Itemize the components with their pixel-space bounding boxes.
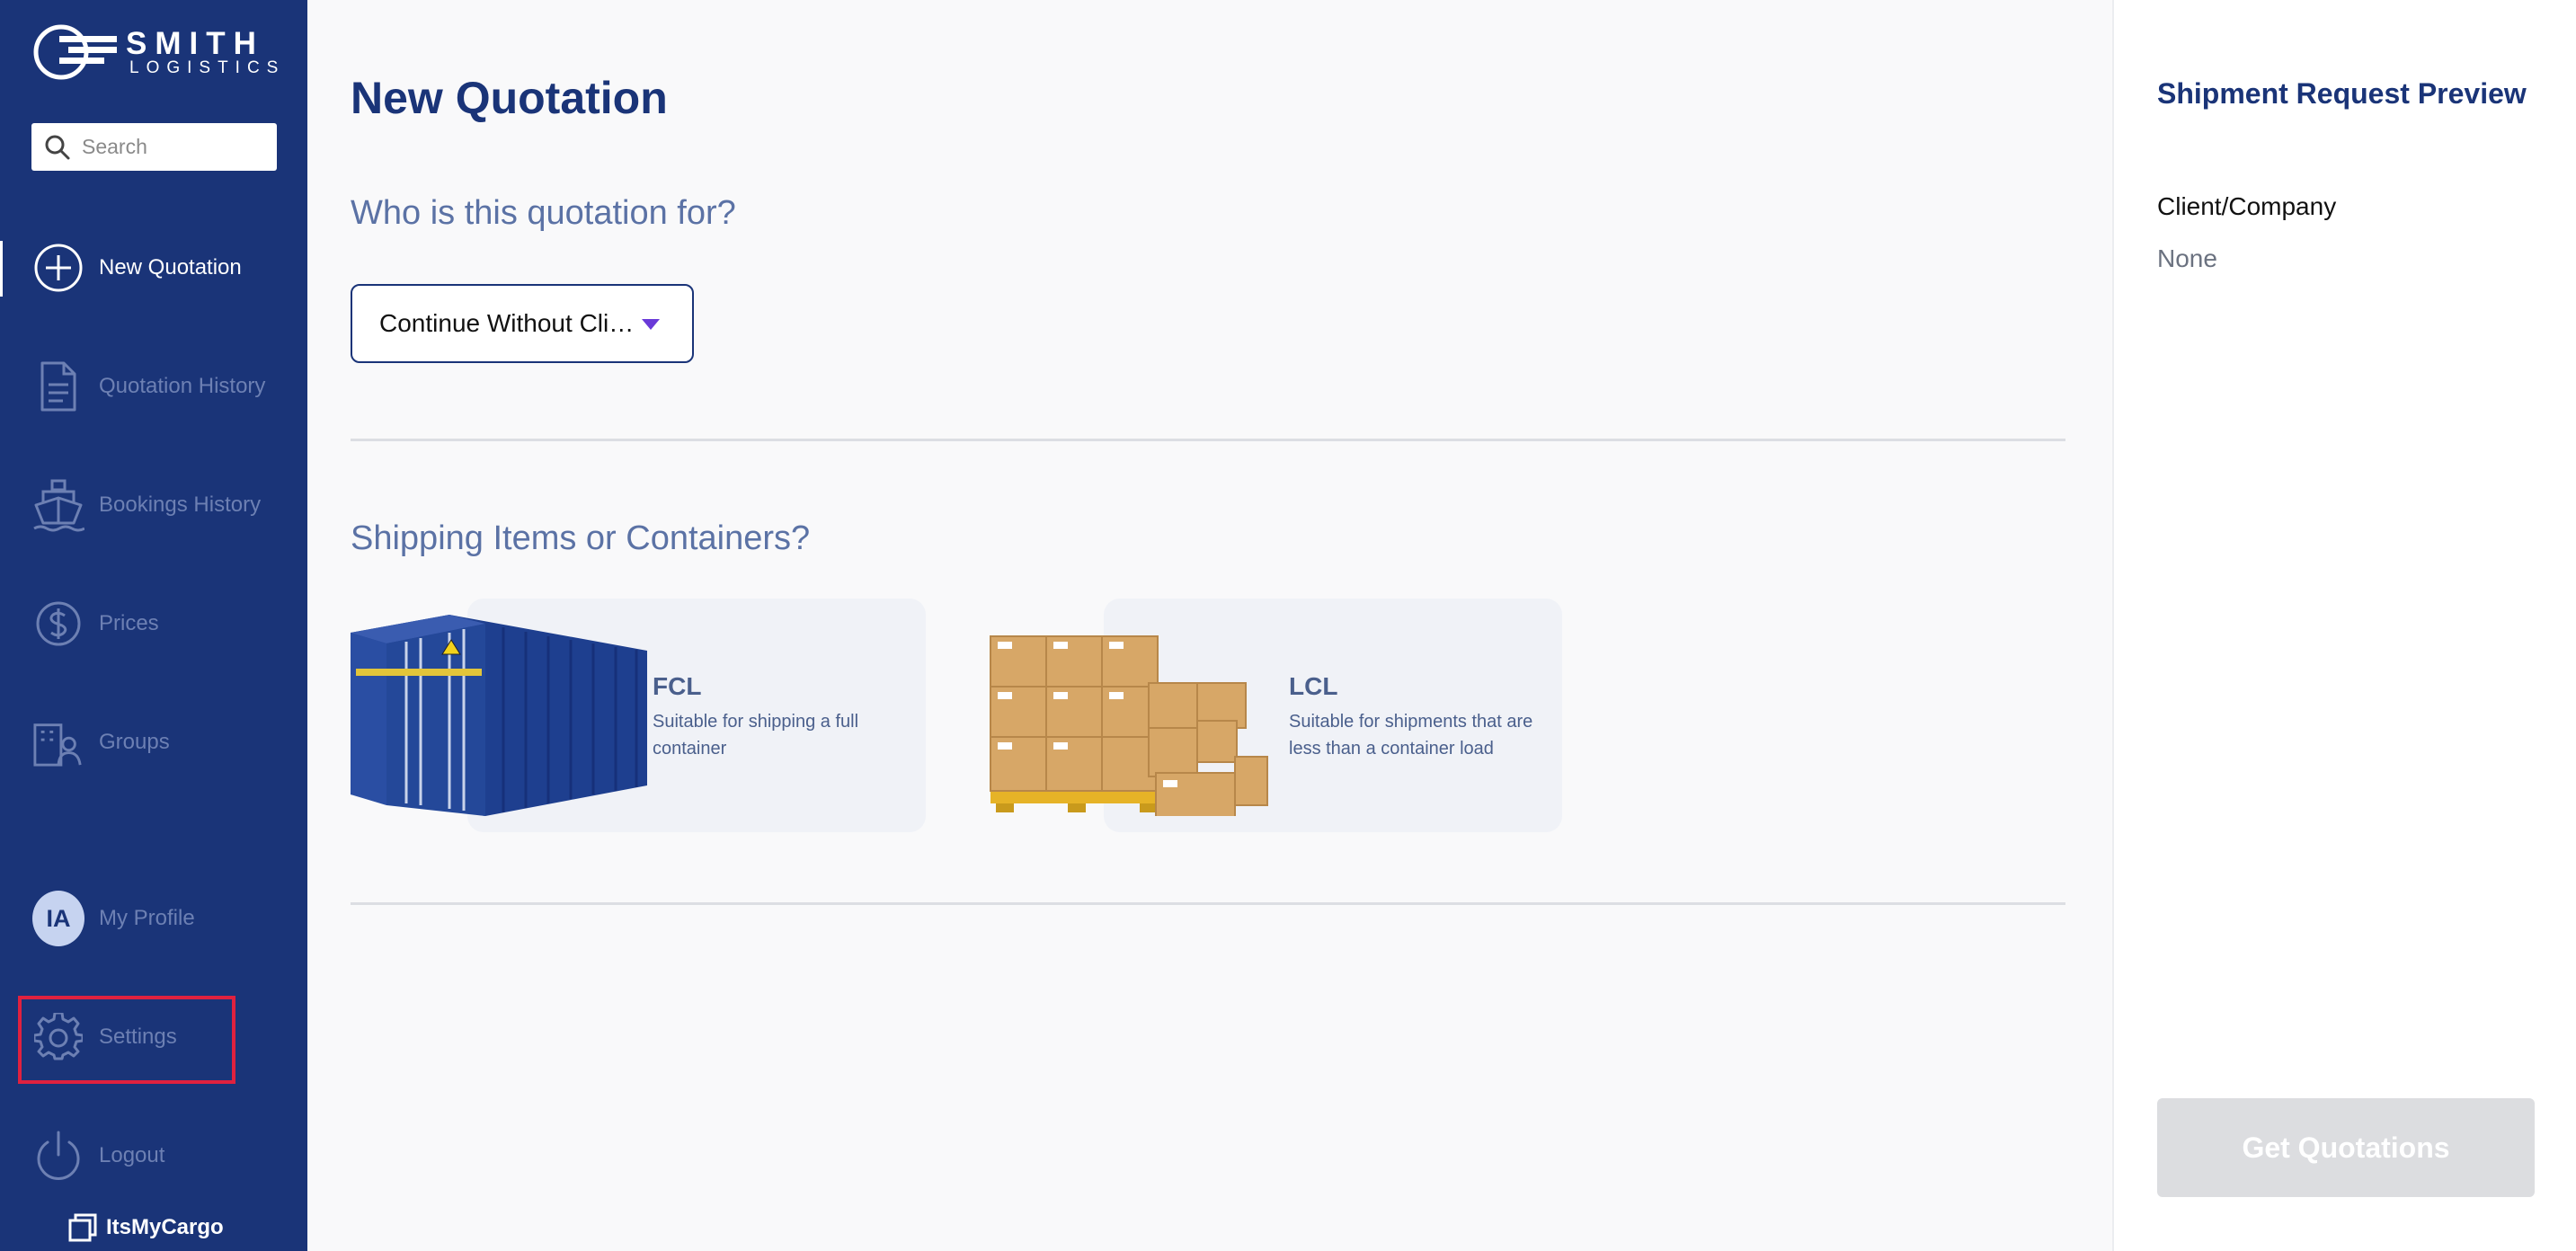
settings-highlight-box (18, 996, 235, 1084)
client-select-value: Continue Without Cli… (379, 309, 635, 337)
lcl-description: Suitable for shipments that are less tha… (1289, 712, 1533, 759)
logo-name: SMITH (126, 26, 264, 61)
divider (351, 902, 2065, 905)
company-logo[interactable]: SMITH LOGISTICS (32, 23, 278, 81)
client-select[interactable]: Continue Without Cli… (351, 284, 694, 363)
page-title: New Quotation (351, 73, 668, 123)
search-icon (45, 135, 70, 159)
sidebar: SMITH LOGISTICS New Quotation (0, 0, 307, 1251)
lcl-option-card[interactable]: LCL Suitable for shipments that are less… (987, 599, 1562, 832)
footer-brand-label: ItsMyCargo (106, 1215, 224, 1239)
power-icon (32, 1130, 84, 1182)
footer-brand[interactable]: ItsMyCargo (68, 1213, 224, 1242)
caret-down-icon (642, 319, 660, 330)
fcl-option-card[interactable]: FCL Suitable for shipping a full contain… (351, 599, 926, 832)
sidebar-item-my-profile[interactable]: IA My Profile (0, 883, 307, 954)
sidebar-item-label: Logout (99, 1143, 165, 1167)
sidebar-item-prices[interactable]: Prices (0, 588, 307, 660)
sidebar-item-label: Quotation History (99, 374, 266, 398)
sidebar-item-quotation-history[interactable]: Quotation History (0, 350, 307, 422)
preview-title: Shipment Request Preview (2157, 77, 2527, 110)
sidebar-item-label: My Profile (99, 906, 195, 930)
document-icon (32, 360, 84, 413)
shipment-preview-panel: Shipment Request Preview Client/Company … (2112, 0, 2576, 1251)
sidebar-item-label: Bookings History (99, 492, 262, 517)
logo-mark-icon (33, 24, 117, 80)
fcl-description: Suitable for shipping a full container (653, 712, 859, 759)
sidebar-item-new-quotation[interactable]: New Quotation (0, 232, 307, 304)
dollar-circle-icon (32, 598, 84, 650)
sidebar-item-bookings-history[interactable]: Bookings History (0, 469, 307, 541)
ship-icon (32, 479, 84, 532)
itsmycargo-logo-icon (68, 1213, 97, 1242)
shipping-question: Shipping Items or Containers? (351, 519, 811, 557)
cardboard-boxes-image (990, 635, 1268, 816)
search-box[interactable] (31, 123, 277, 171)
plus-circle-icon (32, 242, 84, 294)
lcl-title: LCL (1289, 672, 1338, 700)
avatar-container: IA (32, 891, 84, 946)
search-input[interactable] (82, 135, 262, 159)
fcl-title: FCL (653, 672, 702, 700)
shipping-container-image (351, 615, 647, 816)
sidebar-item-groups[interactable]: Groups (0, 706, 307, 778)
sidebar-item-label: Groups (99, 730, 170, 754)
client-question: Who is this quotation for? (351, 194, 736, 232)
avatar: IA (32, 891, 84, 946)
sidebar-item-logout[interactable]: Logout (0, 1120, 307, 1192)
sidebar-item-label: New Quotation (99, 255, 242, 279)
sidebar-item-label: Prices (99, 611, 159, 635)
client-company-value: None (2157, 244, 2217, 272)
divider (351, 439, 2065, 441)
groups-icon (32, 716, 84, 768)
client-company-label: Client/Company (2157, 192, 2337, 220)
logo-subname: LOGISTICS (129, 58, 286, 77)
get-quotations-button[interactable]: Get Quotations (2157, 1098, 2535, 1197)
